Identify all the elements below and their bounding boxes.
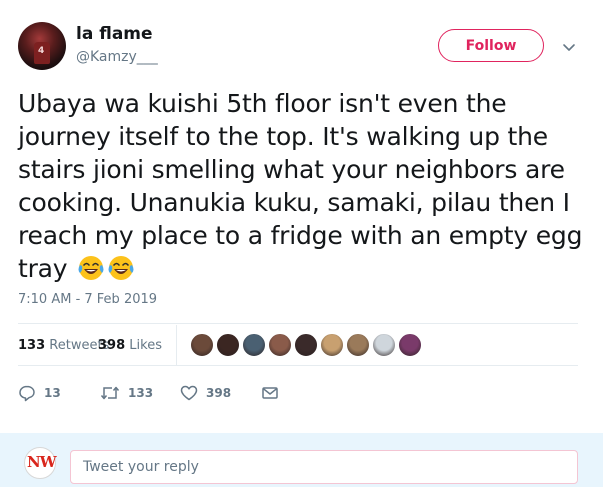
liker-avatar[interactable] [398,333,422,357]
retweet-icon [100,386,120,400]
current-user-avatar-text: NW [27,453,57,471]
reply-input[interactable]: Tweet your reply [70,450,578,484]
tweet-text-line: Ubaya wa kuishi 5th floor isn't even the [18,89,507,118]
like-action[interactable]: 398 [180,378,231,408]
divider [18,323,578,324]
tweet-text-line: tray [18,254,68,283]
likes-count: 398 [98,338,126,353]
tweet-text-line: journey itself to the top. It's walking … [18,122,548,151]
follow-button[interactable]: Follow [438,29,544,62]
tweet-text-last-line: tray [18,252,593,285]
liker-avatar[interactable] [320,333,344,357]
avatar-jersey-number: 4 [38,46,45,56]
liker-avatar[interactable] [268,333,292,357]
tears-of-joy-emoji-icon [78,256,104,280]
like-count: 398 [206,386,232,400]
retweets-stat[interactable]: 133 Retweets [18,338,109,353]
author-name[interactable]: la flame [76,24,153,44]
liker-avatar[interactable] [346,333,370,357]
retweet-count: 133 [128,386,154,400]
likes-stat[interactable]: 398 Likes [98,338,162,353]
tweet-stats: 133 Retweets 398 Likes [18,325,578,365]
liker-avatar[interactable] [294,333,318,357]
reply-icon [19,385,35,402]
liker-avatar[interactable] [216,333,240,357]
tweet-actions: 13 133 398 [18,378,418,408]
author-avatar[interactable]: 4 [18,22,66,70]
tweet-text-line: stairs jioni smelling what your neighbor… [18,155,565,184]
heart-icon [180,385,198,401]
direct-message-action[interactable] [261,378,287,408]
retweet-action[interactable]: 133 [100,378,153,408]
current-user-avatar[interactable]: NW [24,447,57,479]
reply-count: 13 [44,386,61,400]
envelope-icon [262,387,278,399]
author-handle[interactable]: @Kamzy___ [76,49,158,65]
reply-action[interactable]: 13 [18,378,61,408]
tweet-timestamp[interactable]: 7:10 AM - 7 Feb 2019 [18,292,157,307]
stats-separator [176,325,177,365]
tweet-text-line: reach my place to a fridge with an empty… [18,221,583,250]
tweet-header: 4 la flame @Kamzy___ Follow [0,0,603,80]
liker-avatar[interactable] [190,333,214,357]
liker-avatar[interactable] [372,333,396,357]
chevron-down-icon[interactable] [560,38,578,56]
tweet-text-line: cooking. Unanukia kuku, samaki, pilau th… [18,188,570,217]
liker-avatar[interactable] [242,333,266,357]
likes-label: Likes [129,338,162,353]
tweet-text: Ubaya wa kuishi 5th floor isn't even the… [18,87,593,285]
divider [18,365,578,366]
retweets-count: 133 [18,338,46,353]
tears-of-joy-emoji-icon [108,256,134,280]
